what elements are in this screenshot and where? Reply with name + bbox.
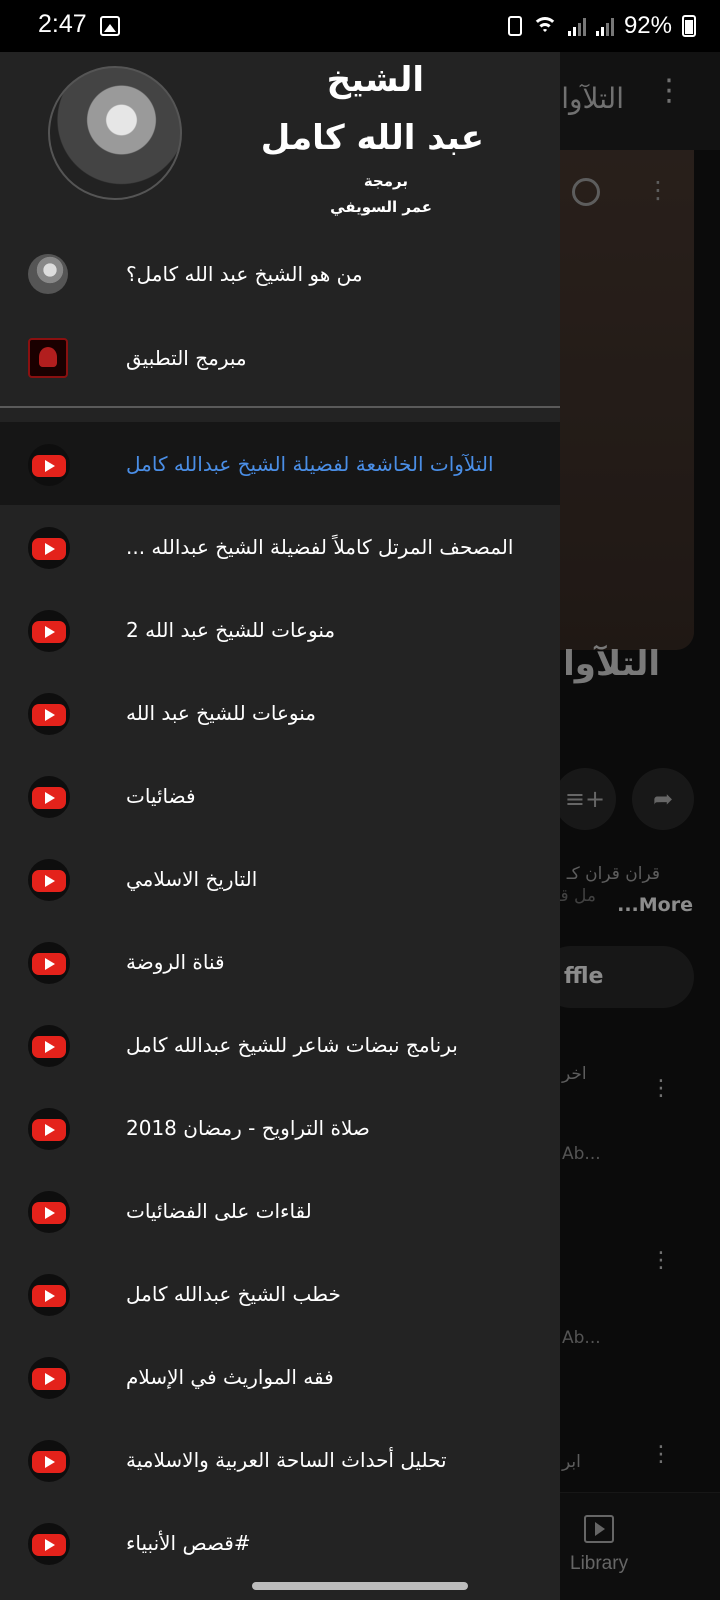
youtube-icon xyxy=(28,942,70,984)
youtube-icon xyxy=(28,1108,70,1150)
divider xyxy=(0,406,560,408)
playlist-item[interactable]: التلآوات الخاشعة لفضيلة الشيخ عبدالله كا… xyxy=(0,422,560,505)
app-developer-item[interactable]: مبرمج التطبيق xyxy=(0,316,560,400)
playlist-item[interactable]: قناة الروضة xyxy=(0,920,560,1003)
status-time: 2:47 xyxy=(38,10,87,38)
status-bar: 2:47 92% xyxy=(0,0,720,52)
playlist-item[interactable]: فضائيات xyxy=(0,754,560,837)
playlist-label: لقاءات على الفضائيات xyxy=(126,1198,312,1223)
signal-icon-2 xyxy=(595,16,614,36)
youtube-icon xyxy=(28,1440,70,1482)
gesture-home-bar[interactable] xyxy=(252,1582,468,1590)
playlist-item[interactable]: برنامج نبضات شاعر للشيخ عبدالله كامل xyxy=(0,1003,560,1086)
info-item-label: من هو الشيخ عبد الله كامل؟ xyxy=(126,262,363,286)
battery-saver-icon xyxy=(507,16,522,36)
playlist-item[interactable]: التاريخ الاسلامي xyxy=(0,837,560,920)
gallery-notification-icon xyxy=(100,16,120,36)
youtube-icon xyxy=(28,527,70,569)
drawer-title-line1: الشيخ xyxy=(326,60,424,100)
youtube-icon xyxy=(28,693,70,735)
playlist-list: التلآوات الخاشعة لفضيلة الشيخ عبدالله كا… xyxy=(0,422,560,1584)
credit-label: برمجة xyxy=(363,172,408,190)
playlist-item[interactable]: صلاة التراويح - رمضان 2018 xyxy=(0,1086,560,1169)
playlist-item[interactable]: تحليل أحداث الساحة العربية والاسلامية xyxy=(0,1418,560,1501)
about-sheikh-item[interactable]: من هو الشيخ عبد الله كامل؟ xyxy=(0,232,560,316)
playlist-item[interactable]: المصحف المرتل كاملاً لفضيلة الشيخ عبدالل… xyxy=(0,505,560,588)
playlist-label: برنامج نبضات شاعر للشيخ عبدالله كامل xyxy=(126,1032,458,1057)
playlist-label: منوعات للشيخ عبد الله 2 xyxy=(126,617,336,642)
drawer-title-line2: عبد الله كامل xyxy=(260,118,484,158)
playlist-label: صلاة التراويح - رمضان 2018 xyxy=(126,1115,370,1140)
sheikh-avatar-icon xyxy=(28,254,68,294)
playlist-label: منوعات للشيخ عبد الله xyxy=(126,700,316,725)
youtube-icon xyxy=(28,1274,70,1316)
youtube-icon xyxy=(28,610,70,652)
playlist-item[interactable]: منوعات للشيخ عبد الله xyxy=(0,671,560,754)
playlist-item[interactable]: لقاءات على الفضائيات xyxy=(0,1169,560,1252)
drawer-header: الشيخ عبد الله كامل برمجة عمر السويفي xyxy=(0,52,560,232)
signal-icon xyxy=(567,16,586,36)
playlist-label: التلآوات الخاشعة لفضيلة الشيخ عبدالله كا… xyxy=(126,451,494,476)
playlist-label: قناة الروضة xyxy=(126,949,225,974)
youtube-icon xyxy=(28,1523,70,1565)
credit-name: عمر السويفي xyxy=(330,198,432,216)
battery-icon xyxy=(682,15,696,37)
sheikh-photo xyxy=(48,66,182,200)
playlist-label: #قصص الأنبياء xyxy=(126,1530,251,1555)
playlist-item[interactable]: #قصص الأنبياء xyxy=(0,1501,560,1584)
playlist-label: تحليل أحداث الساحة العربية والاسلامية xyxy=(126,1447,447,1472)
status-icons: 92% xyxy=(507,12,696,40)
playlist-label: فضائيات xyxy=(126,783,196,808)
wifi-icon xyxy=(531,15,558,37)
playlist-item[interactable]: فقه المواريث في الإسلام xyxy=(0,1335,560,1418)
youtube-icon xyxy=(28,859,70,901)
youtube-icon xyxy=(28,1025,70,1067)
info-section: من هو الشيخ عبد الله كامل؟ مبرمج التطبيق xyxy=(0,232,560,400)
youtube-icon xyxy=(28,1357,70,1399)
youtube-icon xyxy=(28,444,70,486)
playlist-label: فقه المواريث في الإسلام xyxy=(126,1364,334,1389)
developer-logo-icon xyxy=(28,338,68,378)
battery-percent: 92% xyxy=(623,12,672,39)
playlist-label: المصحف المرتل كاملاً لفضيلة الشيخ عبدالل… xyxy=(126,534,514,559)
playlist-label: خطب الشيخ عبدالله كامل xyxy=(126,1281,341,1306)
info-item-label: مبرمج التطبيق xyxy=(126,346,247,370)
playlist-item[interactable]: منوعات للشيخ عبد الله 2 xyxy=(0,588,560,671)
playlist-item[interactable]: خطب الشيخ عبدالله كامل xyxy=(0,1252,560,1335)
youtube-icon xyxy=(28,1191,70,1233)
youtube-icon xyxy=(28,776,70,818)
playlist-label: التاريخ الاسلامي xyxy=(126,866,258,891)
navigation-drawer: الشيخ عبد الله كامل برمجة عمر السويفي من… xyxy=(0,52,560,1600)
